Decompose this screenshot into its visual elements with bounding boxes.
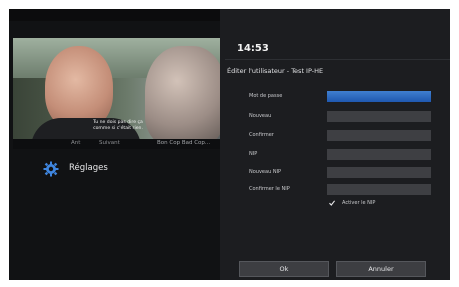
pin-label: NIP	[249, 151, 258, 157]
confirm-password-field[interactable]	[327, 130, 431, 141]
confirm-pin-field[interactable]	[327, 184, 431, 195]
info-previous: Ant	[71, 140, 81, 146]
password-field[interactable]	[327, 91, 431, 102]
password-label: Mot de passe	[249, 93, 283, 99]
clock: 14:53	[237, 43, 269, 54]
info-program-title: Bon Cop Bad Cop...	[157, 140, 211, 146]
form-title: Éditer l'utilisateur - Test IP-HE	[227, 67, 324, 75]
enable-pin-checkbox[interactable]	[329, 200, 335, 206]
video-subtitle: Tu ne dois pas dire ça comme si c'était …	[93, 120, 143, 131]
settings-label: Réglages	[69, 163, 108, 173]
cancel-button[interactable]: Annuler	[336, 261, 426, 277]
video-preview: Tu ne dois pas dire ça comme si c'était …	[13, 38, 220, 139]
new-pin-label: Nouveau NIP	[249, 169, 282, 175]
confirm-password-label: Confirmer	[249, 132, 274, 138]
ok-button[interactable]: Ok	[239, 261, 329, 277]
tv-screen: Tu ne dois pas dire ça comme si c'était …	[9, 9, 450, 280]
pin-field[interactable]	[327, 149, 431, 160]
enable-pin-label: Activer le NIP	[342, 200, 376, 206]
confirm-pin-label: Confirmer le NIP	[249, 186, 290, 192]
new-password-label: Nouveau	[249, 113, 272, 119]
new-pin-field[interactable]	[327, 167, 431, 178]
program-info-bar: Ant Suivant Bon Cop Bad Cop...	[13, 139, 220, 149]
info-next: Suivant	[99, 140, 120, 146]
divider	[225, 59, 450, 60]
new-password-field[interactable]	[327, 111, 431, 122]
gear-icon	[43, 161, 59, 177]
